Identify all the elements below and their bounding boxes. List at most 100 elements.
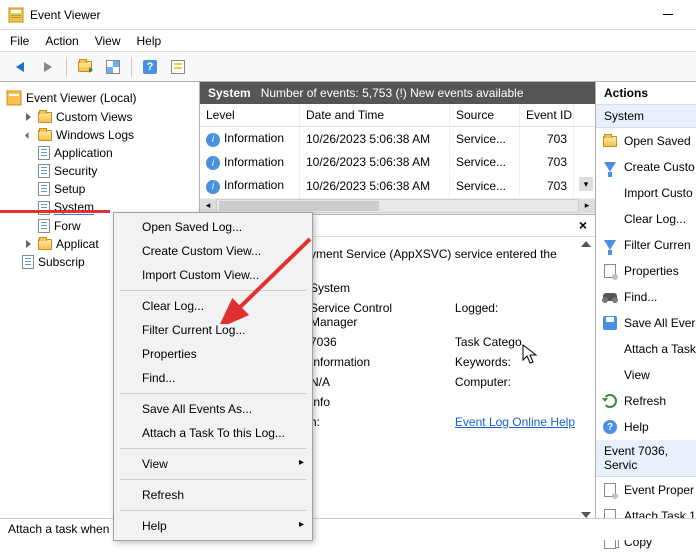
ctx-refresh[interactable]: Refresh [114,483,312,507]
context-menu: Open Saved Log... Create Custom View... … [113,212,313,541]
tree-application[interactable]: Application [36,144,195,162]
tree-windows-logs[interactable]: Windows Logs [20,126,195,144]
save-icon [603,316,617,330]
minimize-button[interactable] [648,1,688,29]
menu-file[interactable]: File [10,34,29,48]
table-row[interactable]: iInformation 10/26/2023 5:06:38 AM Servi… [200,174,595,198]
statusbar: Attach a task when new events are fired … [0,518,696,540]
col-level[interactable]: Level [200,104,300,126]
table-row[interactable]: iInformation 10/26/2023 5:06:38 AM Servi… [200,127,595,151]
log-icon [38,219,50,233]
log-icon [38,164,50,178]
menu-action[interactable]: Action [45,34,78,48]
close-icon[interactable]: × [579,217,587,233]
col-source[interactable]: Source [450,104,520,126]
tree-security[interactable]: Security [36,162,195,180]
log-icon [38,182,50,196]
tree-root[interactable]: Event Viewer (Local) [4,88,195,108]
info-icon: i [206,180,220,194]
ctx-save-all[interactable]: Save All Events As... [114,397,312,421]
grid-button[interactable] [101,55,125,79]
detail-message: yment Service (AppXSVC) service entered … [310,247,575,261]
tree-custom-views[interactable]: Custom Views [20,108,195,126]
open-folder-button[interactable] [73,55,97,79]
ctx-attach-task[interactable]: Attach a Task To this Log... [114,421,312,445]
action-save-all[interactable]: Save All Ever [596,310,696,336]
sheet-button[interactable] [166,55,190,79]
properties-icon [604,264,616,278]
actions-section-event: Event 7036, Servic [596,440,696,477]
properties-icon [604,483,616,497]
scrollbar-thumb[interactable] [219,201,379,211]
scroll-left-icon[interactable]: ◂ [200,199,216,213]
expander-icon[interactable] [22,111,34,123]
binoculars-icon [603,293,617,301]
table-row[interactable]: iInformation 10/26/2023 5:06:38 AM Servi… [200,151,595,175]
app-icon [8,7,24,23]
folder-icon [38,239,52,250]
refresh-icon [603,394,617,408]
ctx-view[interactable]: View [114,452,312,476]
folder-icon [38,130,52,141]
folder-icon [603,136,617,147]
scroll-up-icon[interactable] [581,241,591,247]
menu-help[interactable]: Help [137,34,162,48]
info-icon: i [206,156,220,170]
action-view[interactable]: View [596,362,696,388]
log-header: System Number of events: 5,753 (!) New e… [200,82,595,104]
table-header: Level Date and Time Source Event ID [200,104,595,127]
actions-section-system: System [596,105,696,128]
folder-open-icon [78,61,92,72]
question-icon: ? [143,60,157,74]
action-create-custom[interactable]: Create Custo [596,154,696,180]
ctx-create-custom[interactable]: Create Custom View... [114,239,312,263]
detail-properties: System Service Control ManagerLogged: 70… [310,281,575,429]
ctx-filter-log[interactable]: Filter Current Log... [114,318,312,342]
toolbar: ? [0,52,696,82]
action-attach-task[interactable]: Attach a Task [596,336,696,362]
info-icon: i [206,133,220,147]
tree-setup[interactable]: Setup [36,180,195,198]
funnel-icon [604,240,616,250]
action-find[interactable]: Find... [596,284,696,310]
help-icon: ? [603,420,617,434]
folder-icon [38,112,52,123]
actions-header: Actions [596,82,696,105]
action-event-properties[interactable]: Event Proper [596,477,696,503]
ctx-help[interactable]: Help [114,514,312,538]
arrow-right-icon [44,62,52,72]
ctx-clear-log[interactable]: Clear Log... [114,294,312,318]
scroll-right-icon[interactable]: ▸ [579,199,595,213]
ctx-open-saved[interactable]: Open Saved Log... [114,215,312,239]
grid-icon [106,60,120,74]
online-help-link[interactable]: Event Log Online Help [455,415,575,429]
menubar: File Action View Help [0,30,696,52]
annotation-underline [0,210,110,213]
ctx-find[interactable]: Find... [114,366,312,390]
back-button[interactable] [8,55,32,79]
scroll-down-icon[interactable]: ▾ [579,177,593,191]
action-import-custom[interactable]: Import Custo [596,180,696,206]
help-tool-button[interactable]: ? [138,55,162,79]
sheet-icon [171,60,185,74]
action-open-saved[interactable]: Open Saved [596,128,696,154]
log-icon [22,255,34,269]
action-filter-log[interactable]: Filter Curren [596,232,696,258]
log-summary: Number of events: 5,753 (!) New events a… [261,86,524,100]
action-help[interactable]: ?Help [596,414,696,440]
ctx-import-custom[interactable]: Import Custom View... [114,263,312,287]
forward-button[interactable] [36,55,60,79]
log-name: System [208,86,251,100]
action-clear-log[interactable]: Clear Log... [596,206,696,232]
action-refresh[interactable]: Refresh [596,388,696,414]
col-date[interactable]: Date and Time [300,104,450,126]
window-title: Event Viewer [30,8,100,22]
menu-view[interactable]: View [95,34,121,48]
arrow-left-icon [16,62,24,72]
ctx-properties[interactable]: Properties [114,342,312,366]
col-event-id[interactable]: Event ID [520,104,574,126]
actions-pane: Actions System Open Saved Create Custo I… [596,82,696,522]
expander-icon[interactable] [22,129,34,141]
action-properties[interactable]: Properties [596,258,696,284]
expander-icon[interactable] [22,238,34,250]
